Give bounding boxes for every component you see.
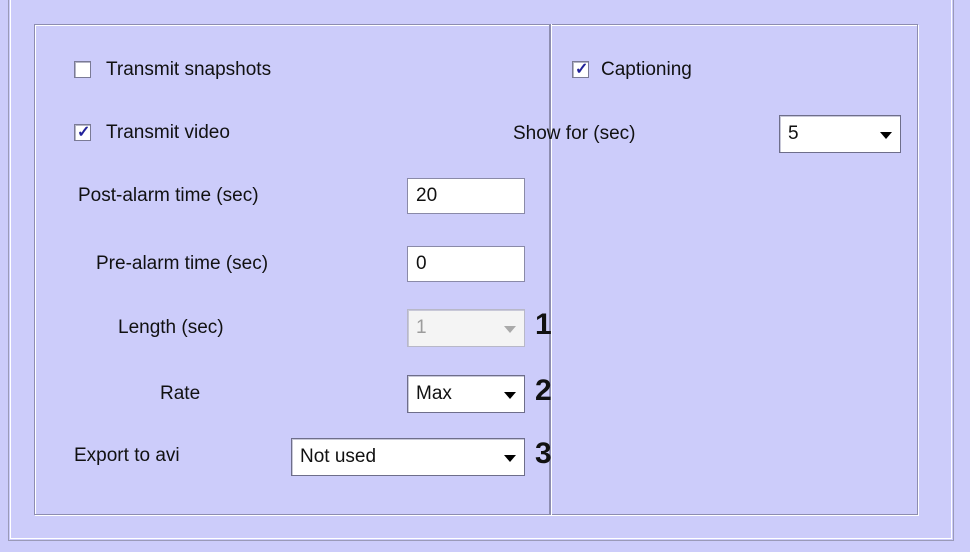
export-to-avi-value: Not used [300,446,377,467]
transmit-video-checkbox[interactable]: ✓ [74,124,91,141]
captioning-checkbox[interactable]: ✓ [572,61,589,78]
chevron-down-icon [504,392,516,399]
callout-marker-3: 3 [535,437,552,470]
checkmark-icon: ✓ [575,61,589,78]
captioning-label: Captioning [601,59,692,80]
callout-marker-1: 1 [535,308,552,341]
length-value: 1 [416,317,427,338]
show-for-value: 5 [788,123,799,144]
rate-value: Max [416,383,452,404]
transmit-snapshots-checkbox[interactable] [74,61,91,78]
rate-dropdown[interactable]: Max [407,375,525,413]
callout-marker-2: 2 [535,374,552,407]
export-to-avi-label: Export to avi [74,445,180,466]
pre-alarm-input[interactable]: 0 [407,246,525,282]
checkmark-icon: ✓ [77,124,91,141]
chevron-down-icon [504,326,516,333]
transmit-snapshots-label: Transmit snapshots [106,59,272,80]
transmit-video-label: Transmit video [106,122,230,143]
length-dropdown[interactable]: 1 [407,309,525,347]
length-label: Length (sec) [118,317,224,338]
chevron-down-icon [504,455,516,462]
show-for-dropdown[interactable]: 5 [779,115,901,153]
post-alarm-input[interactable]: 20 [407,178,525,214]
chevron-down-icon [880,132,892,139]
post-alarm-label: Post-alarm time (sec) [78,185,259,206]
pre-alarm-label: Pre-alarm time (sec) [96,253,269,274]
rate-label: Rate [160,383,201,404]
export-to-avi-dropdown[interactable]: Not used [291,438,525,476]
show-for-label: Show for (sec) [513,123,636,144]
